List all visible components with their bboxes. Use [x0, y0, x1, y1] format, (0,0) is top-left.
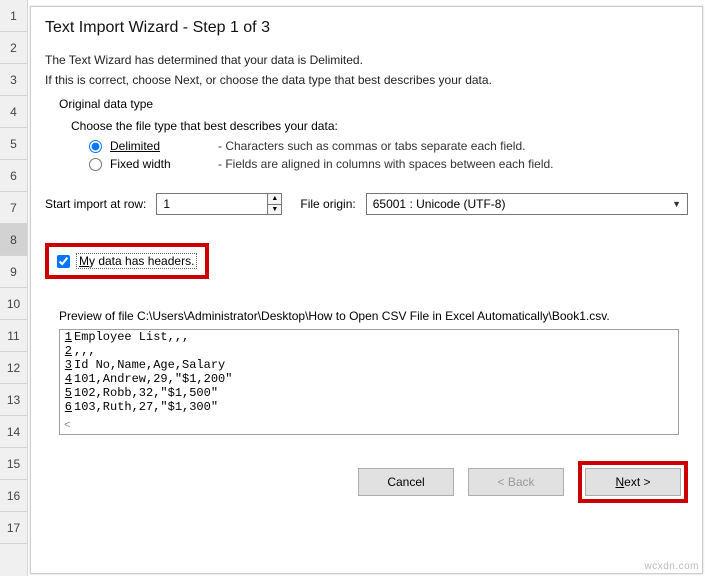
- radio-delimited-desc: - Characters such as commas or tabs sepa…: [218, 139, 525, 153]
- row-header[interactable]: 15: [0, 448, 27, 480]
- next-button-highlight: Next >: [578, 461, 688, 503]
- row-header[interactable]: 6: [0, 160, 27, 192]
- row-header[interactable]: 16: [0, 480, 27, 512]
- radio-delimited-input[interactable]: [89, 140, 102, 153]
- preview-box: 1Employee List,,, 2,,, 3Id No,Name,Age,S…: [59, 329, 679, 435]
- my-data-has-headers-label[interactable]: My data has headers.: [76, 253, 197, 269]
- my-data-has-headers-checkbox[interactable]: [57, 255, 70, 268]
- spinner-up-icon[interactable]: ▲: [268, 194, 281, 205]
- back-button: < Back: [468, 468, 564, 496]
- preview-line: 102,Robb,32,"$1,500": [74, 386, 218, 400]
- preview-line: Id No,Name,Age,Salary: [74, 358, 225, 372]
- choose-file-type-label: Choose the file type that best describes…: [71, 119, 688, 133]
- start-import-row-spinner[interactable]: ▲ ▼: [156, 193, 282, 215]
- chevron-down-icon: ▼: [672, 199, 681, 209]
- row-header[interactable]: 12: [0, 352, 27, 384]
- row-header[interactable]: 5: [0, 128, 27, 160]
- wizard-info-line-1: The Text Wizard has determined that your…: [45, 53, 688, 67]
- row-header[interactable]: 4: [0, 96, 27, 128]
- start-import-row-input[interactable]: [157, 194, 267, 214]
- preview-label: Preview of file C:\Users\Administrator\D…: [59, 309, 688, 323]
- row-header-gutter: 1 2 3 4 5 6 7 8 9 10 11 12 13 14 15 16 1…: [0, 0, 28, 576]
- preview-line: Employee List,,,: [74, 330, 189, 344]
- file-origin-select[interactable]: 65001 : Unicode (UTF-8) ▼: [366, 193, 688, 215]
- radio-delimited-label: Delimited: [110, 139, 160, 153]
- row-header[interactable]: 14: [0, 416, 27, 448]
- row-header[interactable]: 9: [0, 256, 27, 288]
- radio-fixed-width-desc: - Fields are aligned in columns with spa…: [218, 157, 554, 171]
- original-data-type-label: Original data type: [59, 97, 688, 111]
- start-import-row-label: Start import at row:: [45, 197, 146, 211]
- radio-fixed-width-input[interactable]: [89, 158, 102, 171]
- row-header[interactable]: 13: [0, 384, 27, 416]
- preview-line: 103,Ruth,27,"$1,300": [74, 400, 218, 414]
- next-button[interactable]: Next >: [585, 468, 681, 496]
- spinner-down-icon[interactable]: ▼: [268, 205, 281, 215]
- scroll-left-icon[interactable]: <: [64, 420, 71, 432]
- radio-fixed-width[interactable]: Fixed width - Fields are aligned in colu…: [89, 157, 688, 171]
- wizard-info-line-2: If this is correct, choose Next, or choo…: [45, 73, 688, 87]
- radio-delimited[interactable]: Delimited - Characters such as commas or…: [89, 139, 688, 153]
- preview-line: 101,Andrew,29,"$1,200": [74, 372, 232, 386]
- radio-fixed-width-label: Fixed width: [110, 157, 210, 171]
- dialog-title: Text Import Wizard - Step 1 of 3: [45, 17, 688, 47]
- cancel-button[interactable]: Cancel: [358, 468, 454, 496]
- headers-checkbox-highlight: My data has headers.: [45, 243, 209, 279]
- row-header[interactable]: 8: [0, 224, 27, 256]
- row-header[interactable]: 3: [0, 64, 27, 96]
- file-origin-label: File origin:: [300, 197, 355, 211]
- watermark: wcxdn.com: [644, 561, 699, 572]
- row-header[interactable]: 7: [0, 192, 27, 224]
- row-header[interactable]: 17: [0, 512, 27, 544]
- row-header[interactable]: 2: [0, 32, 27, 64]
- row-header[interactable]: 11: [0, 320, 27, 352]
- file-origin-value: 65001 : Unicode (UTF-8): [373, 197, 506, 211]
- text-import-wizard-dialog: Text Import Wizard - Step 1 of 3 The Tex…: [30, 6, 703, 574]
- preview-line: ,,,: [74, 344, 96, 358]
- row-header[interactable]: 10: [0, 288, 27, 320]
- row-header[interactable]: 1: [0, 0, 27, 32]
